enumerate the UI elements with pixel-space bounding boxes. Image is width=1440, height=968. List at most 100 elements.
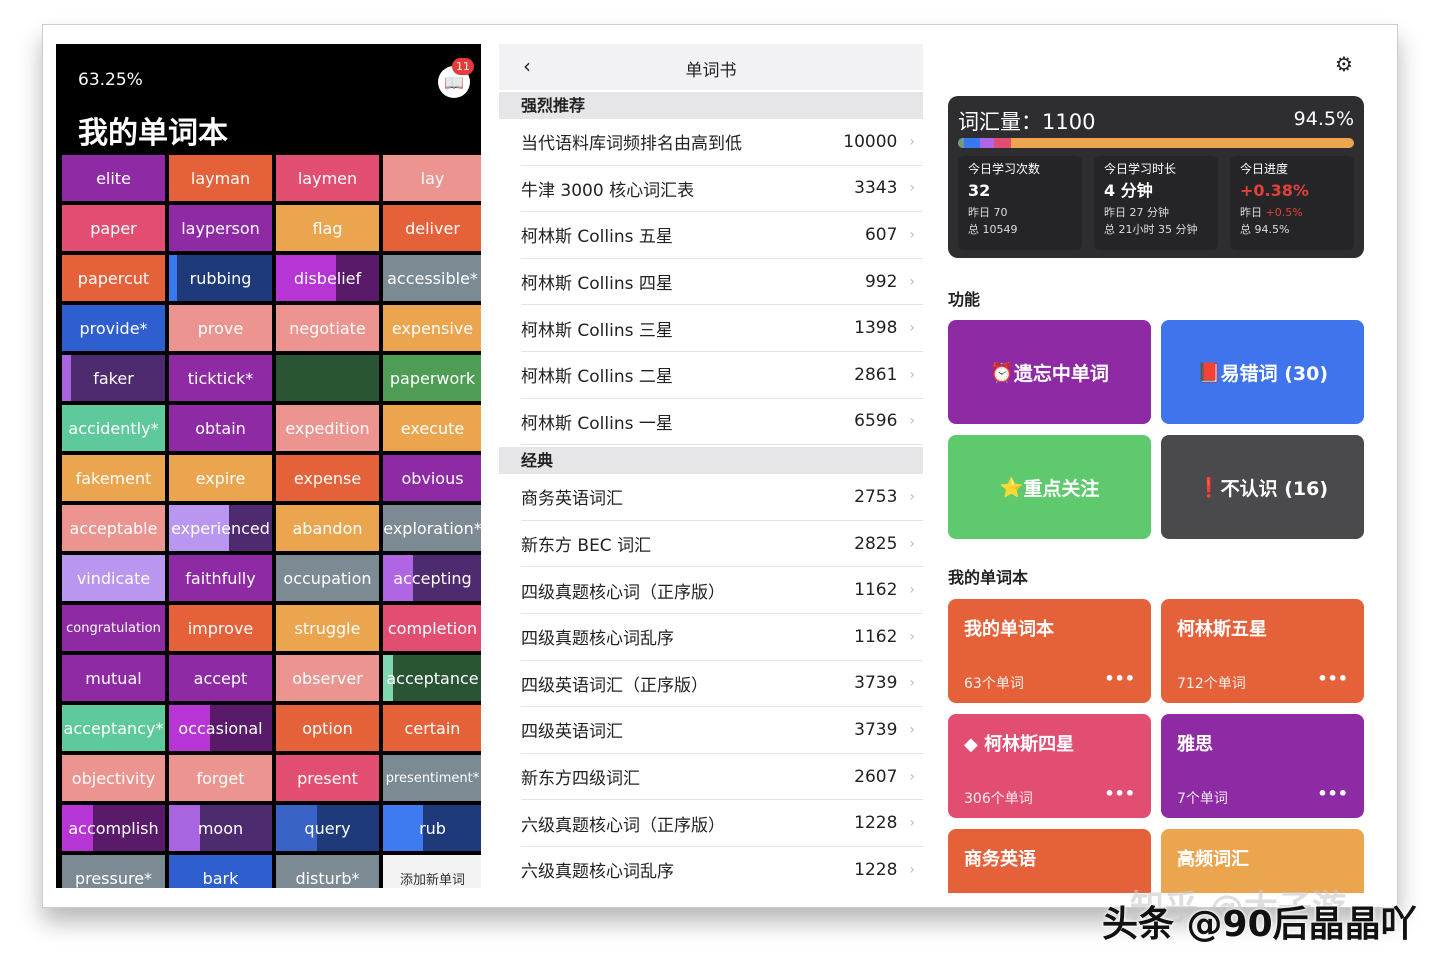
word-cell[interactable]: rub (383, 805, 481, 851)
word-cell[interactable] (276, 355, 379, 401)
list-item[interactable]: 当代语料库词频排名由高到低 10000 › (521, 119, 923, 166)
more-icon[interactable]: ••• (1104, 669, 1135, 688)
word-cell[interactable]: occupation (276, 555, 379, 601)
more-icon[interactable]: ••• (1317, 784, 1348, 803)
word-cell[interactable]: prove (169, 305, 272, 351)
functions-heading: 功能 (948, 290, 981, 309)
word-cell[interactable]: abandon (276, 505, 379, 551)
word-cell[interactable]: paper (62, 205, 165, 251)
word-cell[interactable]: ticktick* (169, 355, 272, 401)
list-item[interactable]: 四级英语词汇 3739 › (521, 707, 923, 754)
word-cell[interactable]: accept (169, 655, 272, 701)
word-cell[interactable]: accomplish (62, 805, 165, 851)
list-item[interactable]: 六级真题核心词（正序版） 1228 › (521, 800, 923, 847)
word-cell[interactable]: congratulation (62, 605, 165, 651)
word-cell[interactable]: accessible* (383, 255, 481, 301)
word-cell[interactable]: accepting (383, 555, 481, 601)
function-button[interactable]: ❗ 不认识 (16) (1161, 435, 1364, 539)
word-cell[interactable]: provide* (62, 305, 165, 351)
word-cell[interactable]: pressure* (62, 855, 165, 888)
word-label: experienced (171, 518, 270, 538)
word-cell[interactable]: completion (383, 605, 481, 651)
word-cell[interactable]: execute (383, 405, 481, 451)
word-cell[interactable]: query (276, 805, 379, 851)
word-cell[interactable]: acceptance (383, 655, 481, 701)
word-cell[interactable]: exploration* (383, 505, 481, 551)
chevron-right-icon: › (909, 861, 915, 878)
function-button[interactable]: 📕 易错词 (30) (1161, 320, 1364, 424)
gear-icon[interactable]: ⚙ (1335, 52, 1353, 76)
list-item[interactable]: 四级真题核心词乱序 1162 › (521, 614, 923, 661)
word-cell[interactable]: improve (169, 605, 272, 651)
list-item[interactable]: 新东方四级词汇 2607 › (521, 754, 923, 801)
wordbook-card[interactable]: 我的单词本 63个单词 ••• (948, 599, 1151, 703)
list-item[interactable]: 四级英语词汇（正序版） 3739 › (521, 661, 923, 708)
word-cell[interactable]: accidently* (62, 405, 165, 451)
wordbook-card-title: 柯林斯五星 (1177, 619, 1267, 640)
word-cell[interactable]: option (276, 705, 379, 751)
wordbook-card[interactable]: 雅思 7个单词 ••• (1161, 714, 1364, 818)
word-cell[interactable]: lay (383, 155, 481, 201)
word-cell[interactable]: observer (276, 655, 379, 701)
word-cell[interactable]: papercut (62, 255, 165, 301)
word-cell[interactable]: deliver (383, 205, 481, 251)
word-cell[interactable]: forget (169, 755, 272, 801)
wordbook-card[interactable]: 商务英语 (948, 829, 1151, 893)
word-label: obvious (401, 468, 464, 488)
word-cell[interactable]: 添加新单词 (383, 855, 481, 888)
word-cell[interactable]: negotiate (276, 305, 379, 351)
word-cell[interactable]: obtain (169, 405, 272, 451)
word-cell[interactable]: disturb* (276, 855, 379, 888)
word-cell[interactable]: expensive (383, 305, 481, 351)
word-cell[interactable]: expense (276, 455, 379, 501)
more-icon[interactable]: ••• (1104, 784, 1135, 803)
word-cell[interactable]: elite (62, 155, 165, 201)
word-cell[interactable]: acceptable (62, 505, 165, 551)
word-cell[interactable]: bark (169, 855, 272, 888)
word-cell[interactable]: expire (169, 455, 272, 501)
word-cell[interactable]: faithfully (169, 555, 272, 601)
function-button[interactable]: ⭐ 重点关注 (948, 435, 1151, 539)
word-cell[interactable]: disbelief (276, 255, 379, 301)
word-count: 1162 (854, 580, 898, 601)
list-item[interactable]: 四级真题核心词（正序版） 1162 › (521, 567, 923, 614)
word-cell[interactable]: objectivity (62, 755, 165, 801)
word-cell[interactable]: present (276, 755, 379, 801)
word-cell[interactable]: mutual (62, 655, 165, 701)
list-item[interactable]: 牛津 3000 核心词汇表 3343 › (521, 166, 923, 213)
list-item[interactable]: 六级真题核心词乱序 1228 › (521, 847, 923, 893)
word-cell[interactable]: occasional (169, 705, 272, 751)
word-cell[interactable]: struggle (276, 605, 379, 651)
function-button[interactable]: ⏰ 遗忘中单词 (948, 320, 1151, 424)
list-item[interactable]: 柯林斯 Collins 三星 1398 › (521, 305, 923, 352)
word-cell[interactable]: laymen (276, 155, 379, 201)
word-cell[interactable]: certain (383, 705, 481, 751)
word-label: occupation (283, 568, 372, 588)
word-cell[interactable]: experienced (169, 505, 272, 551)
list-item[interactable]: 柯林斯 Collins 一星 6596 › (521, 399, 923, 446)
word-cell[interactable]: layman (169, 155, 272, 201)
list-item[interactable]: 商务英语词汇 2753 › (521, 474, 923, 521)
word-grid: elite layman laymen lay paper layperson flag de… (62, 155, 481, 888)
word-cell[interactable]: flag (276, 205, 379, 251)
wordbook-card-title: 我的单词本 (964, 619, 1054, 640)
list-item[interactable]: 新东方 BEC 词汇 2825 › (521, 521, 923, 568)
word-cell[interactable]: faker (62, 355, 165, 401)
wordbook-card[interactable]: ◆ 柯林斯四星 306个单词 ••• (948, 714, 1151, 818)
word-cell[interactable]: paperwork (383, 355, 481, 401)
word-cell[interactable]: acceptancy* (62, 705, 165, 751)
word-cell[interactable]: presentiment* (383, 755, 481, 801)
wordbook-card[interactable]: 柯林斯五星 712个单词 ••• (1161, 599, 1364, 703)
list-item[interactable]: 柯林斯 Collins 二星 2861 › (521, 352, 923, 399)
word-cell[interactable]: obvious (383, 455, 481, 501)
word-cell[interactable]: rubbing (169, 255, 272, 301)
wordbook-list-panel: ‹ 单词书 强烈推荐 当代语料库词频排名由高到低 10000 › 牛津 3000 核心词… (499, 44, 923, 893)
list-item[interactable]: 柯林斯 Collins 四星 992 › (521, 259, 923, 306)
word-cell[interactable]: moon (169, 805, 272, 851)
word-cell[interactable]: vindicate (62, 555, 165, 601)
word-cell[interactable]: layperson (169, 205, 272, 251)
list-item[interactable]: 柯林斯 Collins 五星 607 › (521, 212, 923, 259)
more-icon[interactable]: ••• (1317, 669, 1348, 688)
word-cell[interactable]: fakement (62, 455, 165, 501)
word-cell[interactable]: expedition (276, 405, 379, 451)
